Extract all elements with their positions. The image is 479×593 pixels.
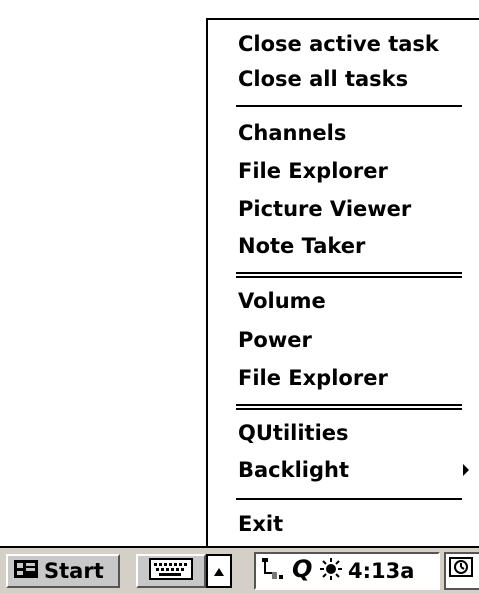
menu-item-backlight[interactable]: Backlight bbox=[238, 452, 349, 488]
menu-item-close-active-task[interactable]: Close active task bbox=[238, 26, 439, 62]
start-logo-icon bbox=[12, 556, 40, 586]
menu-separator bbox=[236, 498, 462, 500]
menu-item-power[interactable]: Power bbox=[238, 322, 312, 358]
menu-item-volume[interactable]: Volume bbox=[238, 283, 326, 319]
menu-item-close-all-tasks[interactable]: Close all tasks bbox=[238, 61, 408, 97]
submenu-arrow-icon bbox=[463, 464, 469, 476]
start-popup-menu: Close active task Close all tasks Channe… bbox=[206, 18, 479, 546]
connection-icon[interactable] bbox=[259, 555, 287, 587]
up-arrow-icon bbox=[213, 562, 225, 581]
svg-text:Q: Q bbox=[292, 555, 312, 583]
menu-item-picture-viewer[interactable]: Picture Viewer bbox=[238, 191, 411, 227]
menu-double-separator bbox=[236, 404, 462, 410]
keyboard-icon bbox=[149, 558, 193, 584]
taskbar: Start Q 4:13a bbox=[0, 546, 479, 593]
menu-item-note-taker[interactable]: Note Taker bbox=[238, 228, 365, 264]
desktop-button[interactable] bbox=[444, 552, 479, 590]
sun-icon[interactable] bbox=[319, 557, 343, 585]
menu-item-channels[interactable]: Channels bbox=[238, 115, 346, 151]
menu-item-qutilities[interactable]: QUtilities bbox=[238, 415, 349, 451]
menu-item-exit[interactable]: Exit bbox=[238, 506, 283, 542]
q-app-icon[interactable]: Q bbox=[290, 555, 316, 587]
menu-item-file-explorer[interactable]: File Explorer bbox=[238, 153, 388, 189]
keyboard-button[interactable] bbox=[136, 554, 206, 588]
system-tray: Q 4:13a bbox=[254, 552, 440, 590]
start-label: Start bbox=[44, 559, 104, 583]
menu-item-file-explorer-2[interactable]: File Explorer bbox=[238, 360, 388, 396]
input-panel-toggle-button[interactable] bbox=[206, 554, 232, 588]
desktop-icon bbox=[448, 554, 478, 588]
menu-separator bbox=[236, 105, 462, 107]
clock-label[interactable]: 4:13a bbox=[348, 559, 414, 583]
start-button[interactable]: Start bbox=[6, 554, 120, 588]
menu-double-separator bbox=[236, 272, 462, 278]
